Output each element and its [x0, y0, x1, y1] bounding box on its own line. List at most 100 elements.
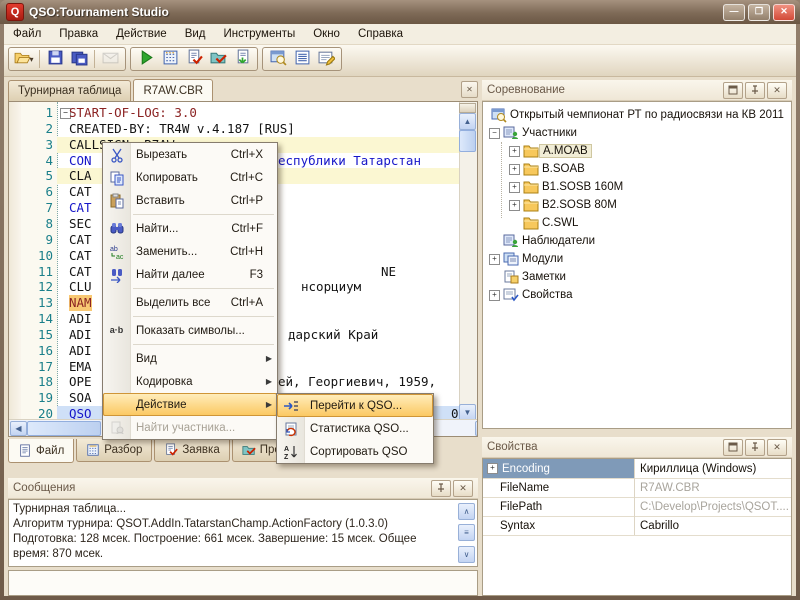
- scroll-thumb[interactable]: ≡: [458, 524, 475, 541]
- mail-button[interactable]: [98, 49, 122, 70]
- editor-vertical-scrollbar[interactable]: ▲ ▼: [459, 102, 477, 422]
- menubar-item-1[interactable]: Правка: [50, 26, 107, 42]
- menu-item-label: Выделить все: [136, 297, 210, 309]
- search-window-button[interactable]: [266, 49, 290, 70]
- expand-icon[interactable]: +: [487, 463, 498, 474]
- tree-node-b1-sosb-160m[interactable]: +B1.SOSB 160M: [483, 178, 792, 196]
- tree-node-наблюдатели[interactable]: Наблюдатели: [483, 232, 792, 250]
- context-menu-item-8[interactable]: Выделить всеCtrl+A: [103, 291, 277, 314]
- menu-item-label: Копировать: [136, 172, 198, 184]
- context-menu-item-2[interactable]: ВставитьCtrl+P: [103, 189, 277, 212]
- menubar-item-5[interactable]: Окно: [304, 26, 349, 42]
- pin-icon[interactable]: [745, 439, 765, 456]
- vertical-scroll-thumb[interactable]: [459, 130, 476, 152]
- pin-icon[interactable]: [431, 480, 451, 497]
- bottom-tab-1[interactable]: Разбор: [76, 439, 152, 462]
- expand-icon[interactable]: +: [509, 182, 520, 193]
- toolbar-group-0: ▾: [8, 47, 126, 71]
- expand-icon[interactable]: +: [509, 164, 520, 175]
- expand-icon[interactable]: +: [489, 290, 500, 301]
- report-list-button[interactable]: [290, 49, 314, 70]
- context-menu-item-6[interactable]: Найти далееF3: [103, 263, 277, 286]
- tree-node-свойства[interactable]: +Свойства: [483, 286, 792, 304]
- maximize-button[interactable]: ❐: [748, 4, 770, 21]
- tree-node-b-soab[interactable]: +B.SOAB: [483, 160, 792, 178]
- property-name: Syntax: [500, 520, 535, 532]
- messages-text: Турнирная таблица...Алгоритм турнира: QS…: [13, 502, 455, 562]
- tree-node-c-swl[interactable]: C.SWL: [483, 214, 792, 232]
- context-menu-item-15[interactable]: Найти участника...: [103, 416, 277, 439]
- dropdown-caret-icon[interactable]: ▾: [29, 55, 33, 64]
- property-row-encoding[interactable]: +EncodingКириллица (Windows): [483, 459, 791, 479]
- editor-line-1[interactable]: 1−START-OF-LOG: 3.0: [21, 105, 460, 121]
- mail-icon: [102, 49, 119, 69]
- tree-node-участники[interactable]: −Участники: [483, 124, 792, 142]
- messages-panel: Сообщения ✕ Турнирная таблица...Алгоритм…: [8, 478, 478, 567]
- menubar-item-4[interactable]: Инструменты: [215, 26, 305, 42]
- context-menu-item-5[interactable]: abacЗаменить...Ctrl+H: [103, 240, 277, 263]
- scroll-right-button[interactable]: ▶: [475, 421, 478, 436]
- context-menu-item-1[interactable]: КопироватьCtrl+C: [103, 166, 277, 189]
- context-menu-item-14[interactable]: Действие▶: [103, 393, 277, 416]
- close-document-icon[interactable]: ✕: [461, 81, 478, 98]
- tree-node-label: A.MOAB: [539, 144, 592, 158]
- close-button[interactable]: ✕: [773, 4, 795, 21]
- properties-grid[interactable]: +EncodingКириллица (Windows)FileNameR7AW…: [482, 458, 792, 596]
- maximize-icon[interactable]: [723, 439, 743, 456]
- pin-icon[interactable]: [745, 82, 765, 99]
- menu-item-label: Найти участника...: [136, 422, 235, 434]
- close-icon[interactable]: ✕: [453, 480, 473, 497]
- scroll-left-button[interactable]: ◀: [10, 421, 27, 436]
- line-number: 1: [21, 105, 53, 121]
- context-menu-item-10[interactable]: a·bПоказать символы...: [103, 319, 277, 342]
- context-menu-item-0[interactable]: ВырезатьCtrl+X: [103, 143, 277, 166]
- expand-icon[interactable]: +: [509, 146, 520, 157]
- context-menu-item-13[interactable]: Кодировка▶: [103, 370, 277, 393]
- form-edit-button[interactable]: [314, 49, 338, 70]
- tree-node-заметки[interactable]: Заметки: [483, 268, 792, 286]
- property-row-filename[interactable]: FileNameR7AW.CBR: [483, 478, 791, 498]
- maximize-icon[interactable]: [723, 82, 743, 99]
- scroll-up-button[interactable]: ∧: [458, 503, 475, 520]
- tree-node-b2-sosb-80m[interactable]: +B2.SOSB 80M: [483, 196, 792, 214]
- bottom-tab-2[interactable]: Заявка: [154, 439, 229, 462]
- submenu-item-1[interactable]: Статистика QSO...: [277, 417, 433, 440]
- horizontal-scroll-thumb[interactable]: [27, 421, 101, 436]
- submenu-item-2[interactable]: AZСортировать QSO: [277, 440, 433, 463]
- collapse-icon[interactable]: −: [489, 128, 500, 139]
- tree-node-модули[interactable]: +Модули: [483, 250, 792, 268]
- line-text-fragment: дарский Край: [288, 327, 378, 343]
- doc-check-button[interactable]: [182, 49, 206, 70]
- context-menu-item-12[interactable]: Вид▶: [103, 347, 277, 370]
- close-icon[interactable]: ✕: [767, 82, 787, 99]
- minimize-button[interactable]: —: [723, 4, 745, 21]
- expand-icon[interactable]: +: [489, 254, 500, 265]
- menubar-item-2[interactable]: Действие: [107, 26, 176, 42]
- scroll-down-button[interactable]: ∨: [458, 546, 475, 563]
- context-menu-item-4[interactable]: Найти...Ctrl+F: [103, 217, 277, 240]
- expand-icon[interactable]: +: [509, 200, 520, 211]
- folder-check-button[interactable]: [206, 49, 230, 70]
- doc-import-button[interactable]: [230, 49, 254, 70]
- save-button[interactable]: [43, 49, 67, 70]
- build-grid-button[interactable]: [158, 49, 182, 70]
- doc-tab-1[interactable]: R7AW.CBR: [133, 79, 213, 101]
- folder-open-button[interactable]: ▾: [12, 49, 36, 70]
- menubar-item-0[interactable]: Файл: [4, 26, 50, 42]
- property-row-filepath[interactable]: FilePathC:\Develop\Projects\QSOT....: [483, 497, 791, 517]
- scroll-up-button[interactable]: ▲: [459, 113, 476, 130]
- competition-tree[interactable]: Открытый чемпионат РТ по радиосвязи на К…: [482, 101, 792, 429]
- menubar-item-3[interactable]: Вид: [176, 26, 215, 42]
- menubar-item-6[interactable]: Справка: [349, 26, 412, 42]
- bottom-tab-0[interactable]: Файл: [8, 439, 74, 463]
- doc-tab-0[interactable]: Турнирная таблица: [8, 80, 131, 101]
- run-button[interactable]: [134, 49, 158, 70]
- tree-node-a-moab[interactable]: + A.MOAB: [483, 142, 792, 160]
- splitter-handle[interactable]: [459, 103, 476, 113]
- property-row-syntax[interactable]: SyntaxCabrillo: [483, 516, 791, 536]
- close-icon[interactable]: ✕: [767, 439, 787, 456]
- editor-line-2[interactable]: 2CREATED-BY: TR4W v.4.187 [RUS]: [21, 121, 460, 137]
- save-all-button[interactable]: [67, 49, 91, 70]
- tree-root[interactable]: Открытый чемпионат РТ по радиосвязи на К…: [483, 106, 792, 124]
- submenu-item-0[interactable]: Перейти к QSO...: [277, 394, 433, 417]
